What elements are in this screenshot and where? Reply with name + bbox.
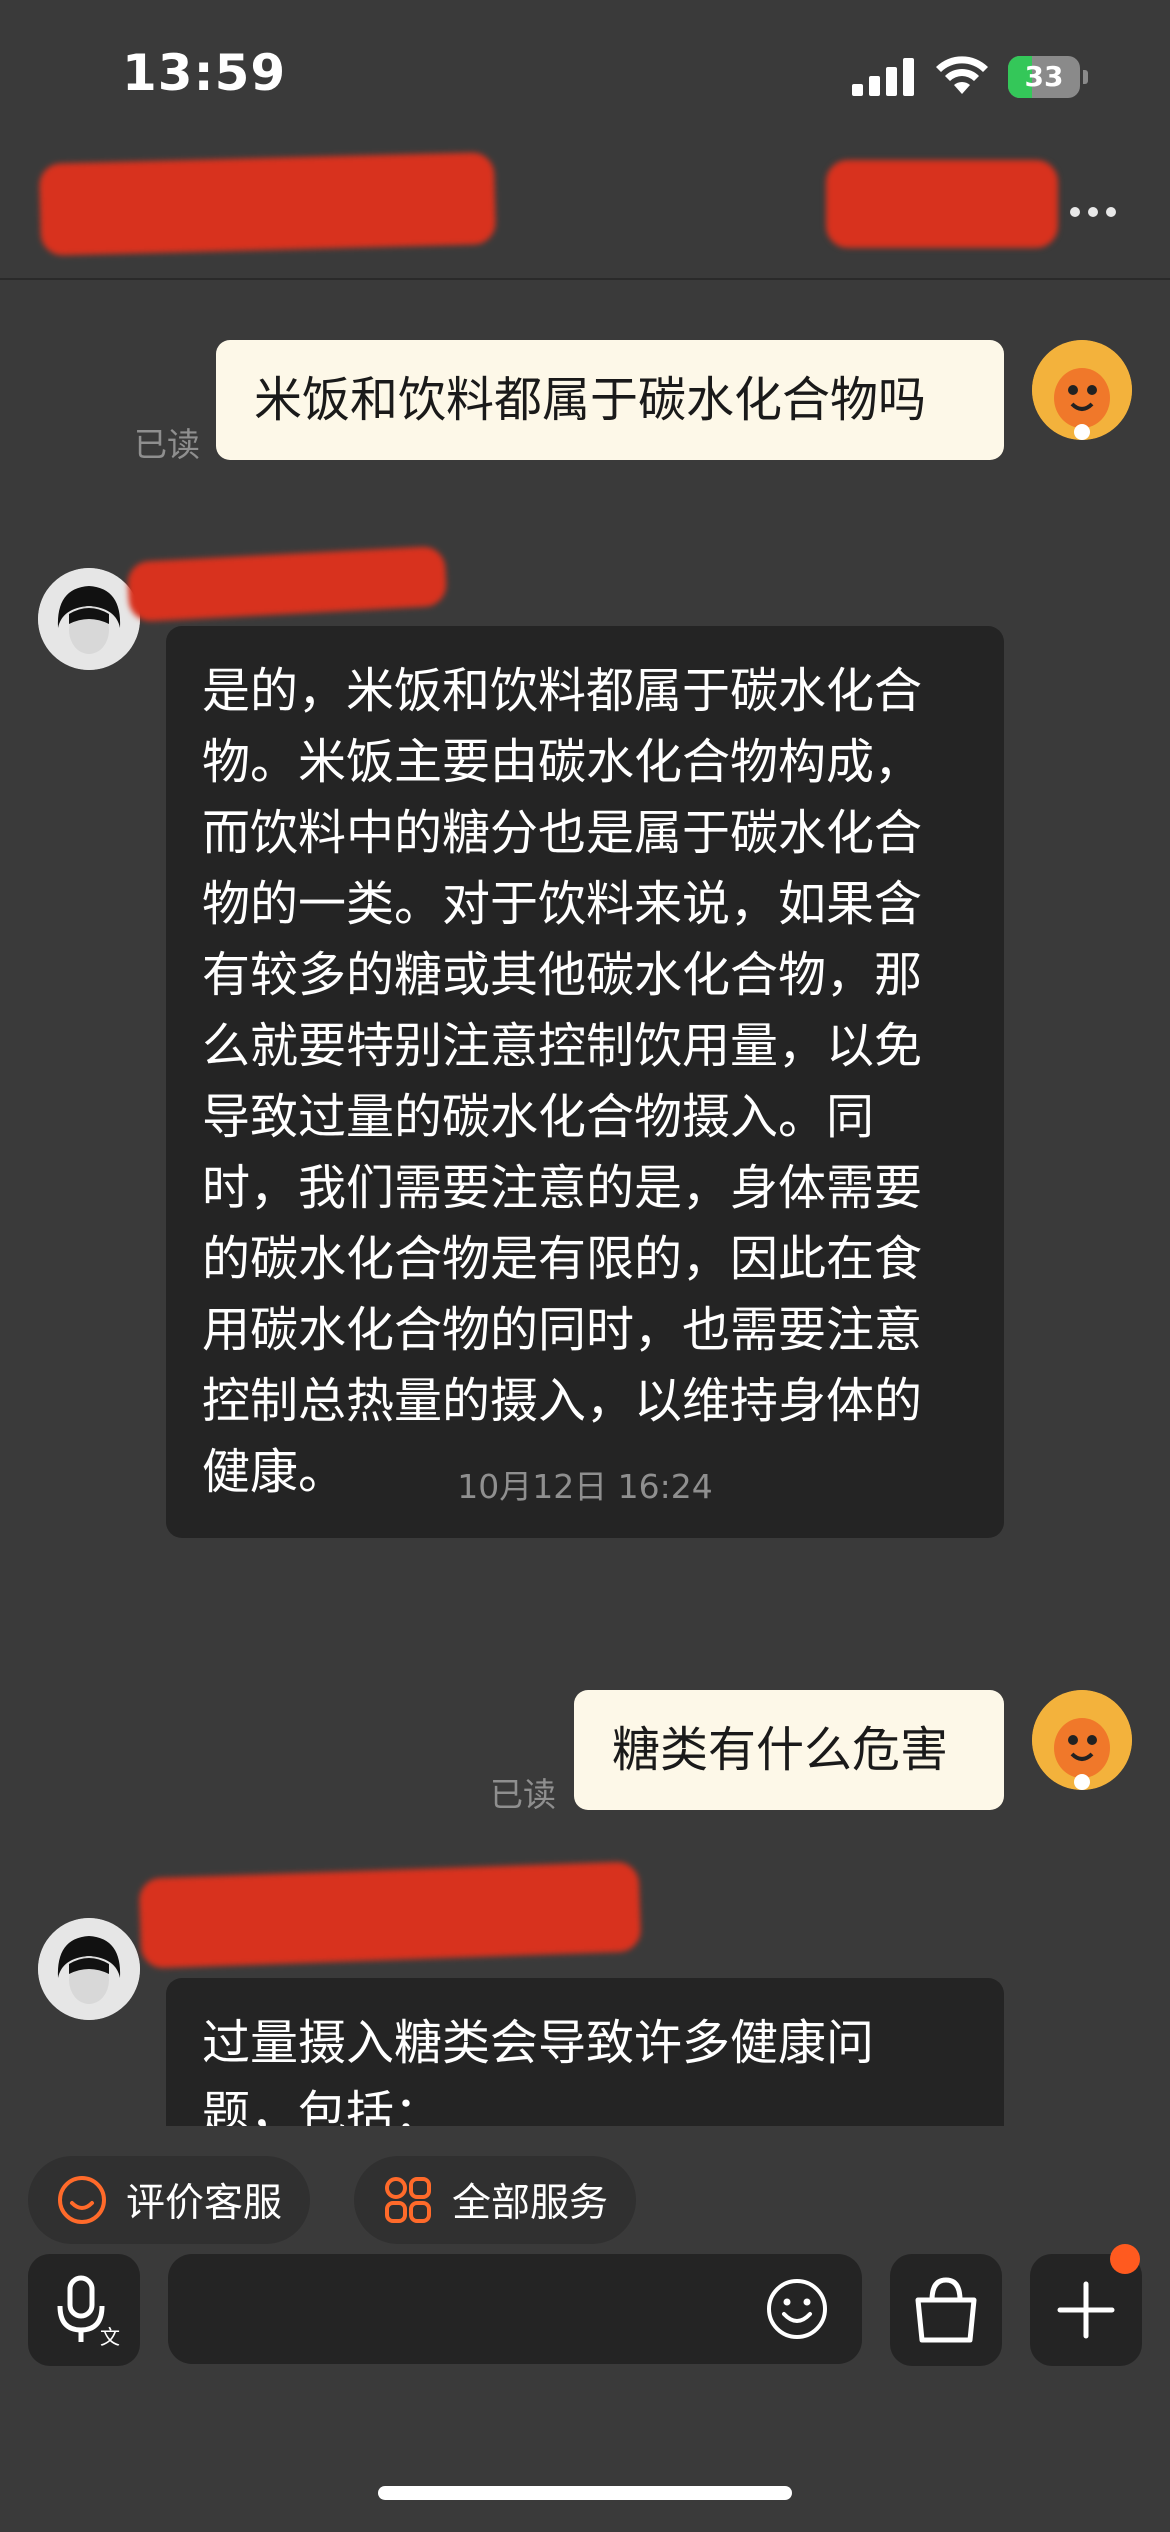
home-indicator[interactable] — [378, 2486, 792, 2500]
message-input[interactable] — [168, 2254, 862, 2364]
agent-name-redacted — [126, 545, 448, 623]
message-line: 的碳水化合物是有限的，因此在食 — [202, 1231, 923, 1287]
voice-input-button[interactable]: 文 — [28, 2254, 140, 2366]
shopping-bag-button[interactable] — [890, 2254, 1002, 2366]
message-line: 而饮料中的糖分也是属于碳水化合 — [202, 805, 923, 861]
svg-text:文: 文 — [100, 2325, 120, 2349]
user-avatar[interactable] — [1032, 1690, 1132, 1790]
outgoing-message-bubble[interactable]: 米饭和饮料都属于碳水化合物吗 — [216, 340, 1004, 460]
message-line: 物的一类。对于饮料来说，如果含 — [202, 876, 923, 932]
rate-service-label: 评价客服 — [126, 2181, 283, 2226]
wifi-icon — [936, 56, 988, 94]
message-line: 过量摄入糖类会导致许多健康问 — [202, 2015, 875, 2071]
message-line: 有较多的糖或其他碳水化合物，那 — [202, 947, 923, 1003]
nav-bar — [0, 150, 1170, 280]
read-receipt: 已读 — [134, 425, 200, 464]
rate-service-button[interactable]: 评价客服 — [28, 2156, 311, 2244]
message-line: 时，我们需要注意的是，身体需要 — [202, 1160, 923, 1216]
emoji-icon[interactable] — [762, 2274, 832, 2344]
mascot-avatar-icon — [1032, 1690, 1132, 1790]
message-line: 用碳水化合物的同时，也需要注意 — [202, 1302, 923, 1358]
message-line: 题，包括： — [202, 2086, 443, 2126]
input-bar: 文 — [0, 2244, 1170, 2390]
shopping-bag-icon — [915, 2277, 977, 2343]
grid-services-icon — [385, 2177, 431, 2223]
chat-thread[interactable]: 已读 米饭和饮料都属于碳水化合物吗 是的，米饭和饮料都属于碳水化合 物。米饭主要… — [0, 282, 1170, 2126]
message-line: 导致过量的碳水化合物摄入。同 — [202, 1089, 875, 1145]
user-avatar[interactable] — [1032, 340, 1132, 440]
smiley-icon — [58, 2176, 106, 2224]
mascot-avatar-icon — [1032, 340, 1132, 440]
signal-icon — [852, 58, 914, 96]
outgoing-message-bubble[interactable]: 糖类有什么危害 — [574, 1690, 1004, 1810]
notification-dot — [1110, 2244, 1140, 2274]
agent-photo-icon — [38, 568, 140, 670]
agent-photo-icon — [38, 1918, 140, 2020]
status-bar: 13:59 33 — [0, 0, 1170, 150]
message-line: 是的，米饭和饮料都属于碳水化合 — [202, 663, 923, 719]
more-dots-icon[interactable] — [1070, 202, 1126, 218]
agent-avatar[interactable] — [38, 568, 140, 670]
battery-charging-icon: 33 — [1008, 56, 1088, 98]
message-line: 控制总热量的摄入，以维持身体的 — [202, 1373, 923, 1429]
incoming-message-bubble[interactable]: 过量摄入糖类会导致许多健康问 题，包括： — [166, 1978, 1004, 2126]
message-line: 么就要特别注意控制饮用量，以免 — [202, 1018, 923, 1074]
incoming-message-bubble[interactable]: 是的，米饭和饮料都属于碳水化合 物。米饭主要由碳水化合物构成， 而饮料中的糖分也… — [166, 626, 1004, 1538]
all-services-button[interactable]: 全部服务 — [354, 2156, 637, 2244]
agent-avatar[interactable] — [38, 1918, 140, 2020]
back-button-redacted[interactable] — [38, 152, 497, 256]
battery-level: 33 — [1024, 60, 1064, 93]
action-button-redacted[interactable] — [826, 160, 1058, 248]
all-services-label: 全部服务 — [452, 2181, 609, 2226]
message-timestamp: 10月12日 16:24 — [457, 1467, 713, 1506]
message-line: 物。米饭主要由碳水化合物构成， — [202, 734, 923, 790]
read-receipt: 已读 — [490, 1775, 556, 1814]
status-time: 13:59 — [122, 44, 287, 102]
agent-name-redacted — [138, 1861, 642, 1969]
voice-input-icon: 文 — [57, 2275, 120, 2349]
